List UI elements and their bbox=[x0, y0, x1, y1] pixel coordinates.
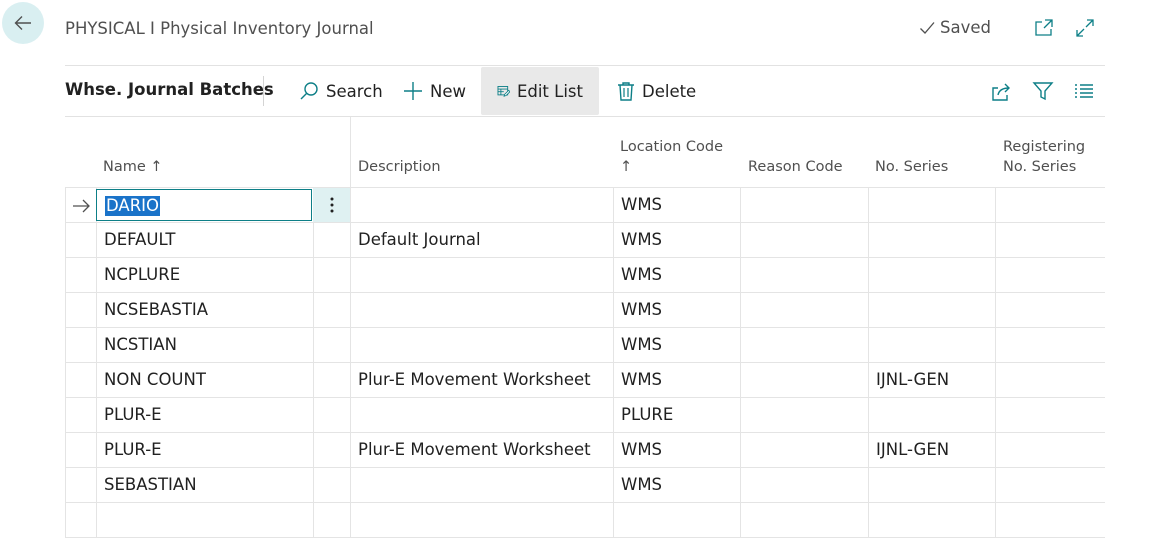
row-arrow-icon bbox=[73, 199, 90, 213]
cell-location-code[interactable]: WMS bbox=[621, 265, 662, 285]
cell-location-code[interactable]: WMS bbox=[621, 440, 662, 460]
column-divider bbox=[96, 187, 97, 537]
edit-list-label: Edit List bbox=[516, 81, 583, 101]
cell-no-series[interactable]: IJNL-GEN bbox=[876, 440, 949, 460]
header-divider bbox=[65, 65, 1105, 66]
cell-description[interactable]: Default Journal bbox=[358, 230, 481, 250]
back-arrow-icon bbox=[14, 16, 31, 30]
column-divider bbox=[868, 187, 869, 537]
row-divider bbox=[65, 397, 1105, 398]
cell-name[interactable]: NCPLURE bbox=[104, 265, 180, 285]
cell-name[interactable]: DEFAULT bbox=[104, 230, 175, 250]
column-divider bbox=[613, 187, 614, 537]
column-header-registering-no-series[interactable]: Registering No. Series bbox=[1003, 137, 1085, 177]
row-divider bbox=[65, 257, 1105, 258]
new-button[interactable]: New bbox=[403, 67, 466, 115]
column-divider bbox=[350, 187, 351, 537]
cell-name[interactable]: NCSTIAN bbox=[104, 335, 177, 355]
row-divider bbox=[65, 187, 1105, 188]
selected-name-text: DARIO bbox=[105, 196, 161, 216]
toolbar-separator bbox=[263, 76, 264, 106]
filter-icon[interactable] bbox=[1032, 80, 1054, 102]
sort-ascending-icon: ↑ bbox=[620, 159, 633, 175]
column-location-label: Location Code bbox=[620, 139, 724, 155]
cell-description[interactable]: Plur-E Movement Worksheet bbox=[358, 370, 591, 390]
cell-location-code[interactable]: WMS bbox=[621, 370, 662, 390]
cell-location-code[interactable]: WMS bbox=[621, 475, 662, 495]
column-divider bbox=[313, 187, 314, 537]
column-header-no-series[interactable]: No. Series bbox=[875, 157, 948, 177]
row-divider bbox=[65, 292, 1105, 293]
back-button[interactable] bbox=[2, 2, 44, 44]
cell-location-code[interactable]: WMS bbox=[621, 230, 662, 250]
column-header-name[interactable]: Name ↑ bbox=[103, 157, 163, 177]
saved-status: Saved bbox=[918, 18, 991, 37]
row-divider bbox=[65, 537, 1105, 538]
trash-icon bbox=[618, 82, 634, 101]
search-label: Search bbox=[326, 81, 383, 101]
checkmark-icon bbox=[920, 21, 935, 34]
column-header-reason-code[interactable]: Reason Code bbox=[748, 157, 843, 177]
column-registering-line2: No. Series bbox=[1003, 159, 1077, 175]
row-divider bbox=[65, 327, 1105, 328]
share-icon[interactable] bbox=[990, 80, 1012, 102]
expand-icon[interactable] bbox=[1074, 17, 1096, 39]
delete-label: Delete bbox=[642, 81, 697, 101]
row-actions-button[interactable] bbox=[313, 188, 350, 222]
column-header-location-code[interactable]: Location Code ↑ bbox=[620, 137, 723, 177]
column-divider bbox=[740, 187, 741, 537]
saved-label: Saved bbox=[940, 18, 991, 37]
tab-whse-journal-batches[interactable]: Whse. Journal Batches bbox=[65, 80, 274, 99]
open-in-new-window-icon[interactable] bbox=[1033, 17, 1055, 39]
search-button[interactable]: Search bbox=[299, 67, 383, 115]
name-input-selected[interactable]: DARIO bbox=[96, 189, 312, 221]
row-divider bbox=[65, 467, 1105, 468]
row-divider bbox=[65, 432, 1105, 433]
cell-name[interactable]: NCSEBASTIA bbox=[104, 300, 208, 320]
toolbar-divider bbox=[65, 116, 1105, 117]
search-icon bbox=[300, 82, 318, 100]
cell-location-code[interactable]: WMS bbox=[621, 195, 662, 215]
cell-name[interactable]: PLUR-E bbox=[104, 440, 162, 460]
cell-name[interactable]: SEBASTIAN bbox=[104, 475, 197, 495]
vertical-ellipsis-icon bbox=[330, 197, 333, 213]
column-name-label: Name bbox=[103, 159, 146, 175]
cell-location-code[interactable]: PLURE bbox=[621, 405, 673, 425]
plus-icon bbox=[404, 82, 422, 100]
page-title: PHYSICAL I Physical Inventory Journal bbox=[65, 19, 374, 38]
column-resizer[interactable] bbox=[350, 117, 351, 187]
column-header-description[interactable]: Description bbox=[358, 157, 441, 177]
row-divider bbox=[65, 362, 1105, 363]
cell-name[interactable]: PLUR-E bbox=[104, 405, 162, 425]
edit-list-icon bbox=[497, 86, 510, 97]
column-registering-line1: Registering bbox=[1003, 139, 1086, 155]
new-label: New bbox=[430, 81, 466, 101]
delete-button[interactable]: Delete bbox=[617, 67, 696, 115]
cell-no-series[interactable]: IJNL-GEN bbox=[876, 370, 949, 390]
row-divider bbox=[65, 222, 1105, 223]
cell-location-code[interactable]: WMS bbox=[621, 300, 662, 320]
column-divider bbox=[995, 187, 996, 537]
cell-name[interactable]: NON COUNT bbox=[104, 370, 206, 390]
edit-list-button[interactable]: Edit List bbox=[481, 67, 599, 115]
list-view-icon[interactable] bbox=[1073, 80, 1095, 102]
column-divider bbox=[65, 187, 66, 537]
cell-description[interactable]: Plur-E Movement Worksheet bbox=[358, 440, 591, 460]
row-divider bbox=[65, 502, 1105, 503]
sort-ascending-icon: ↑ bbox=[150, 159, 163, 175]
cell-location-code[interactable]: WMS bbox=[621, 335, 662, 355]
